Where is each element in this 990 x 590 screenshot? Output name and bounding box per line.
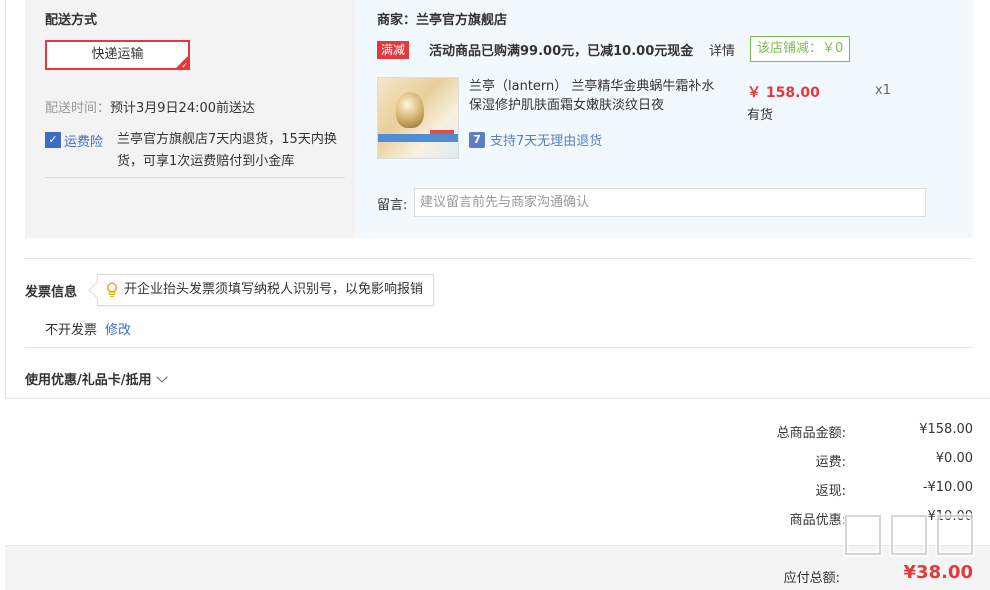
- invoice-tip-text: 开企业抬头发票须填写纳税人识别号，以免影响报销: [124, 282, 424, 297]
- shop-discount-badge: 该店铺减：￥0: [750, 36, 851, 62]
- tip-arrow: [88, 281, 106, 299]
- summary-value: ¥0.00: [935, 451, 973, 466]
- summary-label: 返现:: [815, 484, 846, 499]
- delivery-time: 配送时间：预计3月9日24:00前送达: [45, 97, 255, 116]
- promo-detail-link[interactable]: 详情: [709, 40, 735, 59]
- order-box-left-border: [5, 0, 6, 398]
- invoice-edit-link[interactable]: 修改: [105, 319, 131, 338]
- product-name-link[interactable]: 兰亭（lantern） 兰亭精华金典蜗牛霜补水保湿修护肌肤面霜女嫩肤淡纹日夜: [469, 77, 719, 115]
- payment-total-bar: 应付总额: ¥38.00: [5, 545, 990, 590]
- delivery-panel: 配送方式 快递运输 ✓ 配送时间：预计3月9日24:00前送达 ✓ 运费险 兰亭…: [25, 0, 355, 238]
- divider: [25, 258, 973, 259]
- divider: [45, 177, 345, 178]
- promo-text: 活动商品已购满99.00元，已减10.00元现金: [429, 44, 694, 59]
- pay-total-label: 应付总额:: [783, 571, 840, 586]
- order-box-bottom-border: [5, 398, 990, 399]
- summary-value: -¥10.00: [922, 480, 973, 495]
- coupon-toggle[interactable]: 使用优惠/礼品卡/抵用: [25, 369, 168, 388]
- shipping-shop-section: 配送方式 快递运输 ✓ 配送时间：预计3月9日24:00前送达 ✓ 运费险 兰亭…: [25, 0, 973, 238]
- lightbulb-icon: [106, 282, 118, 298]
- promo-tag: 满减: [377, 41, 410, 59]
- message-label: 留言:: [377, 198, 408, 213]
- coupon-label: 使用优惠/礼品卡/抵用: [25, 373, 152, 388]
- invoice-tip: 开企业抬头发票须填写纳税人识别号，以免影响报销: [88, 274, 435, 306]
- product-quantity: x1: [875, 83, 891, 98]
- summary-value: ¥10.00: [927, 509, 974, 524]
- invoice-value: 不开发票: [45, 323, 98, 338]
- chevron-down-icon: [155, 371, 168, 383]
- summary-row: 运费: ¥0.00: [753, 451, 973, 471]
- pay-total-value: ¥38.00: [903, 562, 973, 583]
- express-shipping-button[interactable]: 快递运输 ✓: [45, 40, 190, 70]
- return-7day-icon: 7: [469, 132, 485, 148]
- return-policy-link[interactable]: 支持7天无理由退货: [490, 130, 602, 149]
- summary-label: 总商品金额:: [776, 426, 846, 441]
- invoice-title: 发票信息: [25, 285, 78, 300]
- delivery-title: 配送方式: [45, 13, 98, 28]
- check-icon: ✓: [181, 61, 188, 70]
- divider: [25, 347, 973, 348]
- summary-row: 返现: -¥10.00: [753, 480, 973, 500]
- message-input[interactable]: [414, 188, 926, 217]
- delivery-time-value: 预计3月9日24:00前送达: [110, 101, 256, 116]
- summary-label: 商品优惠:: [789, 513, 846, 528]
- summary-row: 商品优惠: ¥10.00: [753, 509, 973, 529]
- stock-status: 有货: [747, 108, 774, 123]
- product-jar-graphic: [396, 92, 424, 128]
- insurance-link[interactable]: 运费险: [64, 131, 103, 150]
- summary-row: 总商品金额: ¥158.00: [753, 422, 973, 442]
- product-image[interactable]: [377, 77, 459, 159]
- summary-label: 运费:: [815, 455, 846, 470]
- express-shipping-label: 快递运输: [91, 47, 144, 62]
- summary-value: ¥158.00: [919, 422, 973, 437]
- insurance-description: 兰亭官方旗舰店7天内退货，15天内换货，可享1次运费赔付到小金库: [117, 132, 337, 169]
- shop-panel: 商家：兰亭官方旗舰店 满减 活动商品已购满99.00元，已减10.00元现金 详…: [355, 0, 973, 238]
- shop-name: 商家：兰亭官方旗舰店: [377, 13, 508, 28]
- shield-icon: ✓: [45, 132, 61, 148]
- delivery-time-label: 配送时间：: [45, 101, 111, 116]
- product-price: ￥ 158.00: [747, 85, 820, 101]
- product-band-graphic: [378, 134, 458, 142]
